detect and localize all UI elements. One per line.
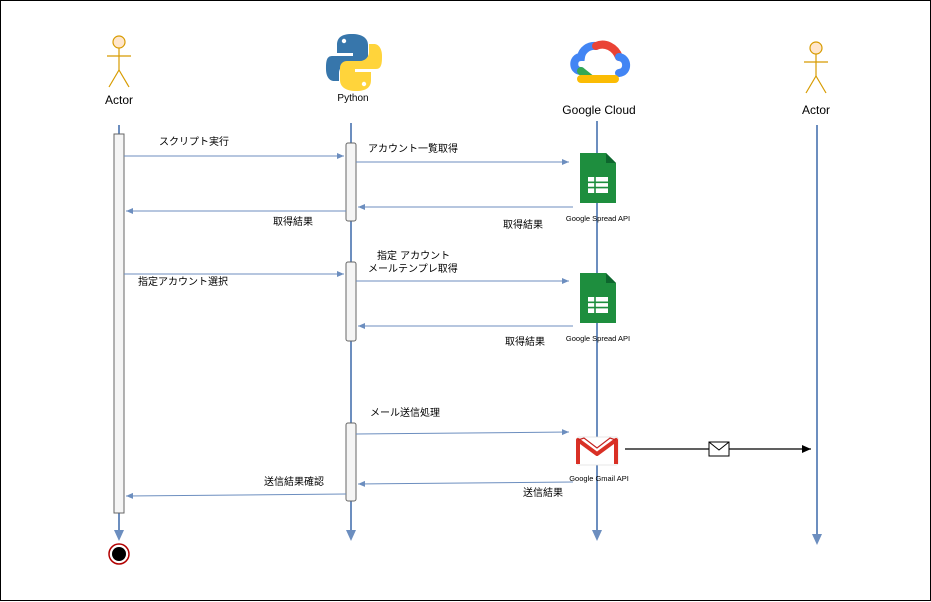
- message-result-sheets-2: 取得結果: [505, 337, 545, 348]
- activation-python-3: [345, 422, 357, 502]
- arrow-send-mail: [355, 429, 570, 436]
- python-icon: [326, 34, 382, 91]
- diagram-graphics: [107, 34, 828, 565]
- message-confirm-result: 送信結果確認: [264, 477, 324, 488]
- lifeline-actor-right: [812, 125, 822, 545]
- google-cloud-icon: [570, 40, 631, 83]
- actor-right-icon: [804, 41, 828, 94]
- activation-python-1: [345, 142, 357, 222]
- message-result-sheets-1: 取得結果: [503, 220, 543, 231]
- participant-actor-left-label: Actor: [104, 93, 134, 107]
- envelope-icon: [708, 441, 730, 457]
- arrow-confirm-result: [125, 492, 347, 499]
- service-sheets-2-label: Google Spread API: [565, 334, 631, 343]
- participant-actor-right-label: Actor: [801, 103, 831, 117]
- message-send-result: 送信結果: [523, 488, 563, 499]
- service-gmail-label: Google Gmail API: [569, 474, 629, 483]
- message-send-mail: メール送信処理: [370, 408, 440, 419]
- actor-left-icon: [107, 35, 131, 88]
- message-run-script: スクリプト実行: [159, 137, 229, 148]
- participant-python-label: Python: [337, 93, 369, 104]
- sheets-icon-2: [580, 273, 616, 323]
- message-select-account: 指定アカウント選択: [138, 277, 228, 288]
- end-state-icon: [108, 543, 130, 565]
- message-get-template-line1: 指定 アカウント: [377, 251, 451, 262]
- message-get-accounts: アカウント一覧取得: [368, 144, 458, 155]
- participant-google-cloud-label: Google Cloud: [562, 103, 636, 117]
- arrow-send-result: [357, 480, 574, 487]
- activation-actor: [113, 133, 125, 514]
- service-sheets-1-label: Google Spread API: [565, 214, 631, 223]
- message-result-to-actor: 取得結果: [273, 217, 313, 228]
- activation-python-2: [345, 261, 357, 342]
- gmail-icon: [576, 436, 619, 466]
- message-get-template-line2: メールテンプレ取得: [368, 264, 458, 275]
- sheets-icon-1: [580, 153, 616, 203]
- sequence-diagram: Actor Python Google Cloud Actor Google S…: [0, 0, 931, 601]
